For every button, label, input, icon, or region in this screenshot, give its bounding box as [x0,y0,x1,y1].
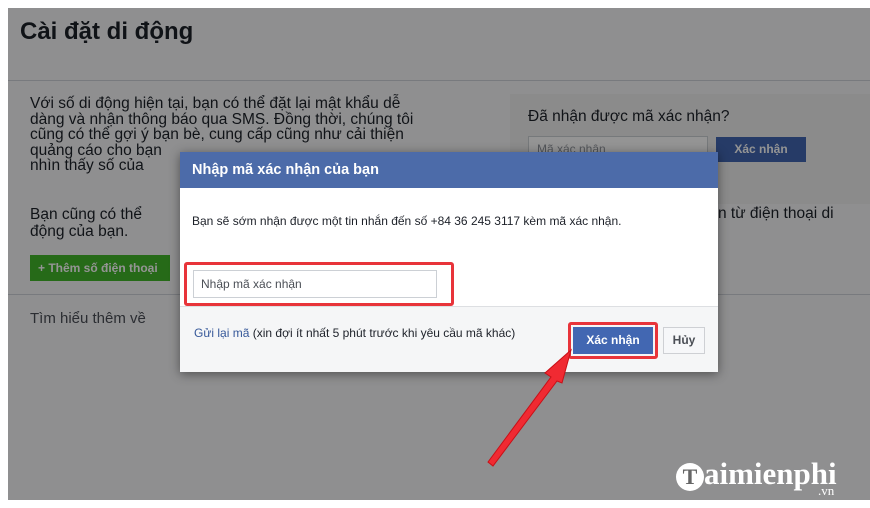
logo-text: aimienphi [704,456,837,491]
logo-domain: .vn [818,483,835,498]
watermark-logo: Taimienphi [676,456,837,492]
pointer-arrow-icon [487,348,572,467]
logo-circle-icon: T [676,462,704,491]
